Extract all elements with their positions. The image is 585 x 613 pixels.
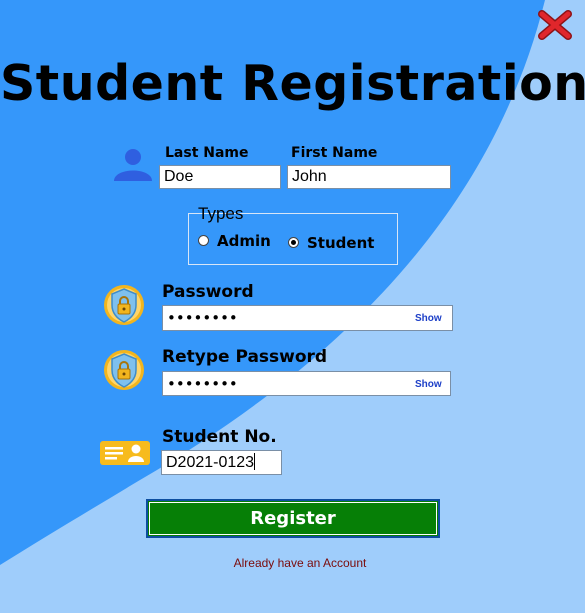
show-retype-password-button[interactable]: Show — [415, 379, 442, 390]
student-radio[interactable] — [288, 237, 299, 248]
password-label: Password — [162, 282, 254, 302]
show-password-button[interactable]: Show — [415, 313, 442, 324]
retype-password-label: Retype Password — [162, 347, 328, 367]
admin-radio-label[interactable]: Admin — [217, 232, 271, 250]
lock-shield-icon — [104, 285, 144, 325]
first-name-label: First Name — [291, 145, 378, 161]
first-name-field[interactable]: John — [287, 165, 451, 189]
student-no-label: Student No. — [162, 427, 277, 447]
student-radio-label[interactable]: Student — [307, 234, 374, 252]
page-title: Student Registration — [0, 55, 585, 112]
close-icon[interactable] — [537, 8, 573, 42]
last-name-label: Last Name — [165, 145, 249, 161]
last-name-field[interactable]: Doe — [159, 165, 281, 189]
id-card-icon — [100, 441, 150, 465]
types-legend: Types — [198, 204, 244, 223]
student-no-field[interactable]: D2021-0123 — [161, 450, 282, 475]
user-icon — [114, 149, 152, 181]
student-no-value: D2021-0123 — [166, 454, 255, 471]
password-field[interactable]: •••••••• — [162, 305, 453, 331]
lock-shield-icon — [104, 350, 144, 390]
register-button[interactable]: Register — [146, 499, 440, 538]
text-caret — [254, 453, 256, 470]
retype-password-field[interactable]: •••••••• — [162, 371, 451, 396]
login-link[interactable]: Already have an Account — [0, 556, 585, 570]
admin-radio[interactable] — [198, 235, 209, 246]
